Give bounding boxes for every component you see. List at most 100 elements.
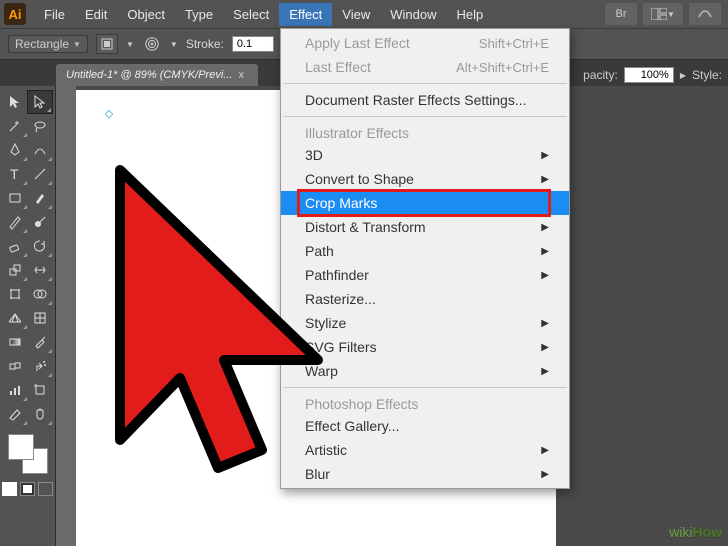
draw-modes [2, 482, 53, 496]
watermark-prefix: wiki [669, 524, 692, 540]
draw-normal-mode[interactable] [2, 482, 17, 496]
effect-menu: Apply Last Effect Shift+Ctrl+E Last Effe… [280, 28, 570, 489]
menu-blur[interactable]: Blur ▶ [281, 462, 569, 486]
menu-crop-marks[interactable]: Crop Marks [281, 191, 569, 215]
magic-wand-tool[interactable] [2, 114, 28, 138]
menu-path[interactable]: Path ▶ [281, 239, 569, 263]
mesh-tool[interactable] [28, 306, 54, 330]
watermark-suffix: How [692, 524, 722, 540]
shape-builder-tool[interactable] [28, 282, 54, 306]
menu-separator [283, 387, 567, 388]
column-graph-tool[interactable] [2, 378, 28, 402]
submenu-arrow-icon: ▶ [541, 246, 549, 257]
blend-tool[interactable] [2, 354, 28, 378]
menu-item-label: Blur [305, 466, 330, 482]
menu-item-label: Document Raster Effects Settings... [305, 92, 527, 108]
menu-item-label: Convert to Shape [305, 171, 414, 187]
arrange-documents-icon[interactable]: ▼ [643, 3, 683, 25]
type-tool[interactable]: T [2, 162, 28, 186]
menu-item-label: Apply Last Effect [305, 35, 410, 51]
chevron-down-icon: ▼ [126, 40, 134, 49]
width-tool[interactable] [28, 258, 54, 282]
free-transform-tool[interactable] [2, 282, 28, 306]
scale-tool[interactable] [2, 258, 28, 282]
menu-edit[interactable]: Edit [75, 3, 117, 26]
menu-item-label: Last Effect [305, 59, 371, 75]
draw-behind-mode[interactable] [20, 482, 35, 496]
gpu-preview-icon[interactable] [689, 3, 721, 25]
menubar: Ai File Edit Object Type Select Effect V… [0, 0, 728, 28]
menu-separator [283, 83, 567, 84]
menu-item-label: Stylize [305, 315, 346, 331]
stroke-value-field[interactable] [232, 36, 274, 52]
pencil-tool[interactable] [2, 210, 28, 234]
svg-text:T: T [10, 166, 19, 182]
menu-item-label: Path [305, 243, 334, 259]
shape-dropdown[interactable]: Rectangle ▼ [8, 35, 88, 53]
menu-item-label: Warp [305, 363, 338, 379]
chevron-down-icon: ▶ [680, 71, 686, 80]
submenu-arrow-icon: ▶ [541, 222, 549, 233]
eraser-tool[interactable] [2, 234, 28, 258]
fill-stroke-swatch[interactable] [6, 432, 50, 476]
menu-pathfinder[interactable]: Pathfinder ▶ [281, 263, 569, 287]
align-icon[interactable] [96, 34, 118, 54]
menu-item-label: SVG Filters [305, 339, 377, 355]
menu-distort-transform[interactable]: Distort & Transform ▶ [281, 215, 569, 239]
draw-inside-mode[interactable] [38, 482, 53, 496]
menu-last-effect[interactable]: Last Effect Alt+Shift+Ctrl+E [281, 55, 569, 79]
menu-view[interactable]: View [332, 3, 380, 26]
menu-window[interactable]: Window [380, 3, 446, 26]
document-tab-title: Untitled-1* @ 89% (CMYK/Previ... [66, 69, 232, 81]
menu-warp[interactable]: Warp ▶ [281, 359, 569, 383]
hand-tool[interactable] [28, 402, 54, 426]
ruler-vertical [56, 86, 76, 546]
menu-convert-to-shape[interactable]: Convert to Shape ▶ [281, 167, 569, 191]
menu-apply-last-effect[interactable]: Apply Last Effect Shift+Ctrl+E [281, 31, 569, 55]
style-label: Style: [692, 68, 722, 82]
document-tab[interactable]: Untitled-1* @ 89% (CMYK/Previ... x [56, 64, 258, 86]
menu-effect[interactable]: Effect [279, 3, 332, 26]
gradient-tool[interactable] [2, 330, 28, 354]
eyedropper-tool[interactable] [28, 330, 54, 354]
lasso-tool[interactable] [28, 114, 54, 138]
menu-stylize[interactable]: Stylize ▶ [281, 311, 569, 335]
blob-brush-tool[interactable] [28, 210, 54, 234]
bridge-icon[interactable]: Br [605, 3, 637, 25]
submenu-arrow-icon: ▶ [541, 366, 549, 377]
menu-3d[interactable]: 3D ▶ [281, 143, 569, 167]
artboard-tool[interactable] [28, 378, 54, 402]
curvature-tool[interactable] [28, 138, 54, 162]
direct-selection-tool[interactable] [27, 90, 53, 114]
menu-rasterize[interactable]: Rasterize... [281, 287, 569, 311]
wikihow-watermark: wikiHow [669, 524, 722, 542]
perspective-grid-tool[interactable] [2, 306, 28, 330]
menu-effect-gallery[interactable]: Effect Gallery... [281, 414, 569, 438]
menu-item-label: Pathfinder [305, 267, 369, 283]
menu-type[interactable]: Type [175, 3, 223, 26]
slice-tool[interactable] [2, 402, 28, 426]
selection-tool[interactable] [2, 90, 27, 114]
menu-raster-settings[interactable]: Document Raster Effects Settings... [281, 88, 569, 112]
rotate-tool[interactable] [28, 234, 54, 258]
pen-tool[interactable] [2, 138, 28, 162]
shape-label: Rectangle [15, 37, 69, 51]
menu-svg-filters[interactable]: SVG Filters ▶ [281, 335, 569, 359]
opacity-field[interactable] [624, 67, 674, 83]
menu-artistic[interactable]: Artistic ▶ [281, 438, 569, 462]
close-icon[interactable]: x [238, 69, 244, 81]
submenu-arrow-icon: ▶ [541, 318, 549, 329]
symbol-sprayer-tool[interactable] [28, 354, 54, 378]
menu-help[interactable]: Help [446, 3, 493, 26]
menu-select[interactable]: Select [223, 3, 279, 26]
line-segment-tool[interactable] [28, 162, 54, 186]
menu-object[interactable]: Object [117, 3, 175, 26]
paintbrush-tool[interactable] [28, 186, 54, 210]
toolbox: T [0, 86, 56, 546]
menu-file[interactable]: File [34, 3, 75, 26]
stroke-label: Stroke: [186, 37, 224, 51]
menu-item-shortcut: Alt+Shift+Ctrl+E [456, 60, 549, 75]
fill-swatch[interactable] [8, 434, 34, 460]
target-icon[interactable] [142, 34, 162, 54]
rectangle-tool[interactable] [2, 186, 28, 210]
